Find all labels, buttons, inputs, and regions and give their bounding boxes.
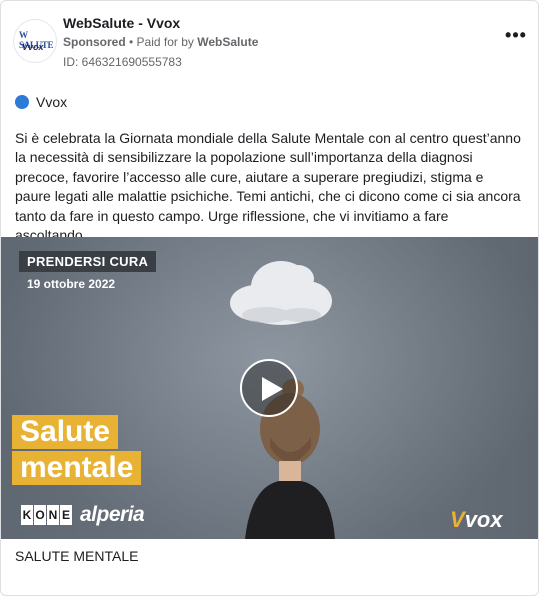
platform-row: Vvox: [15, 93, 67, 111]
kone-letter: K: [21, 505, 33, 525]
kone-logo: K O N E: [21, 505, 73, 525]
ad-body-text: Si è celebrata la Giornata mondiale dell…: [15, 130, 521, 244]
play-icon: [262, 377, 283, 401]
platform-name: Vvox: [36, 94, 68, 110]
platform-dot-icon: [15, 95, 29, 109]
play-button[interactable]: [240, 359, 298, 417]
category-tag: PRENDERSI CURA: [19, 251, 157, 272]
avatar[interactable]: W SALUTE Vvox: [13, 19, 57, 63]
media-caption[interactable]: SALUTE MENTALE: [15, 548, 138, 564]
cloud-icon: [230, 261, 332, 325]
title-line-1: Salute: [12, 415, 119, 449]
avatar-text-bottom: Vvox: [22, 42, 44, 52]
sponsored-label: Sponsored: [63, 35, 126, 49]
vvox-logo-v: V: [450, 507, 465, 532]
vvox-logo-rest: vox: [464, 507, 503, 532]
kone-letter: E: [60, 505, 72, 525]
paid-for-prefix: • Paid for by: [125, 35, 198, 49]
more-options-button[interactable]: •••: [504, 26, 528, 46]
alperia-logo: alperia: [80, 503, 145, 526]
video-thumbnail[interactable]: PRENDERSI CURA 19 ottobre 2022 Salute me…: [1, 237, 538, 539]
ad-id: ID: 646321690555783: [63, 55, 182, 69]
paid-for-by-link[interactable]: WebSalute: [197, 35, 258, 49]
kone-letter: O: [34, 505, 46, 525]
page-name-link[interactable]: WebSalute - Vvox: [63, 15, 180, 31]
sponsored-line: Sponsored • Paid for by WebSalute: [63, 35, 258, 49]
post-header: W SALUTE Vvox WebSalute - Vvox Sponsored…: [13, 15, 528, 75]
title-line-2: mentale: [12, 451, 142, 485]
ad-card: W SALUTE Vvox WebSalute - Vvox Sponsored…: [0, 0, 539, 596]
vvox-logo: Vvox: [450, 507, 503, 533]
kone-letter: N: [47, 505, 59, 525]
event-date: 19 ottobre 2022: [27, 277, 116, 291]
